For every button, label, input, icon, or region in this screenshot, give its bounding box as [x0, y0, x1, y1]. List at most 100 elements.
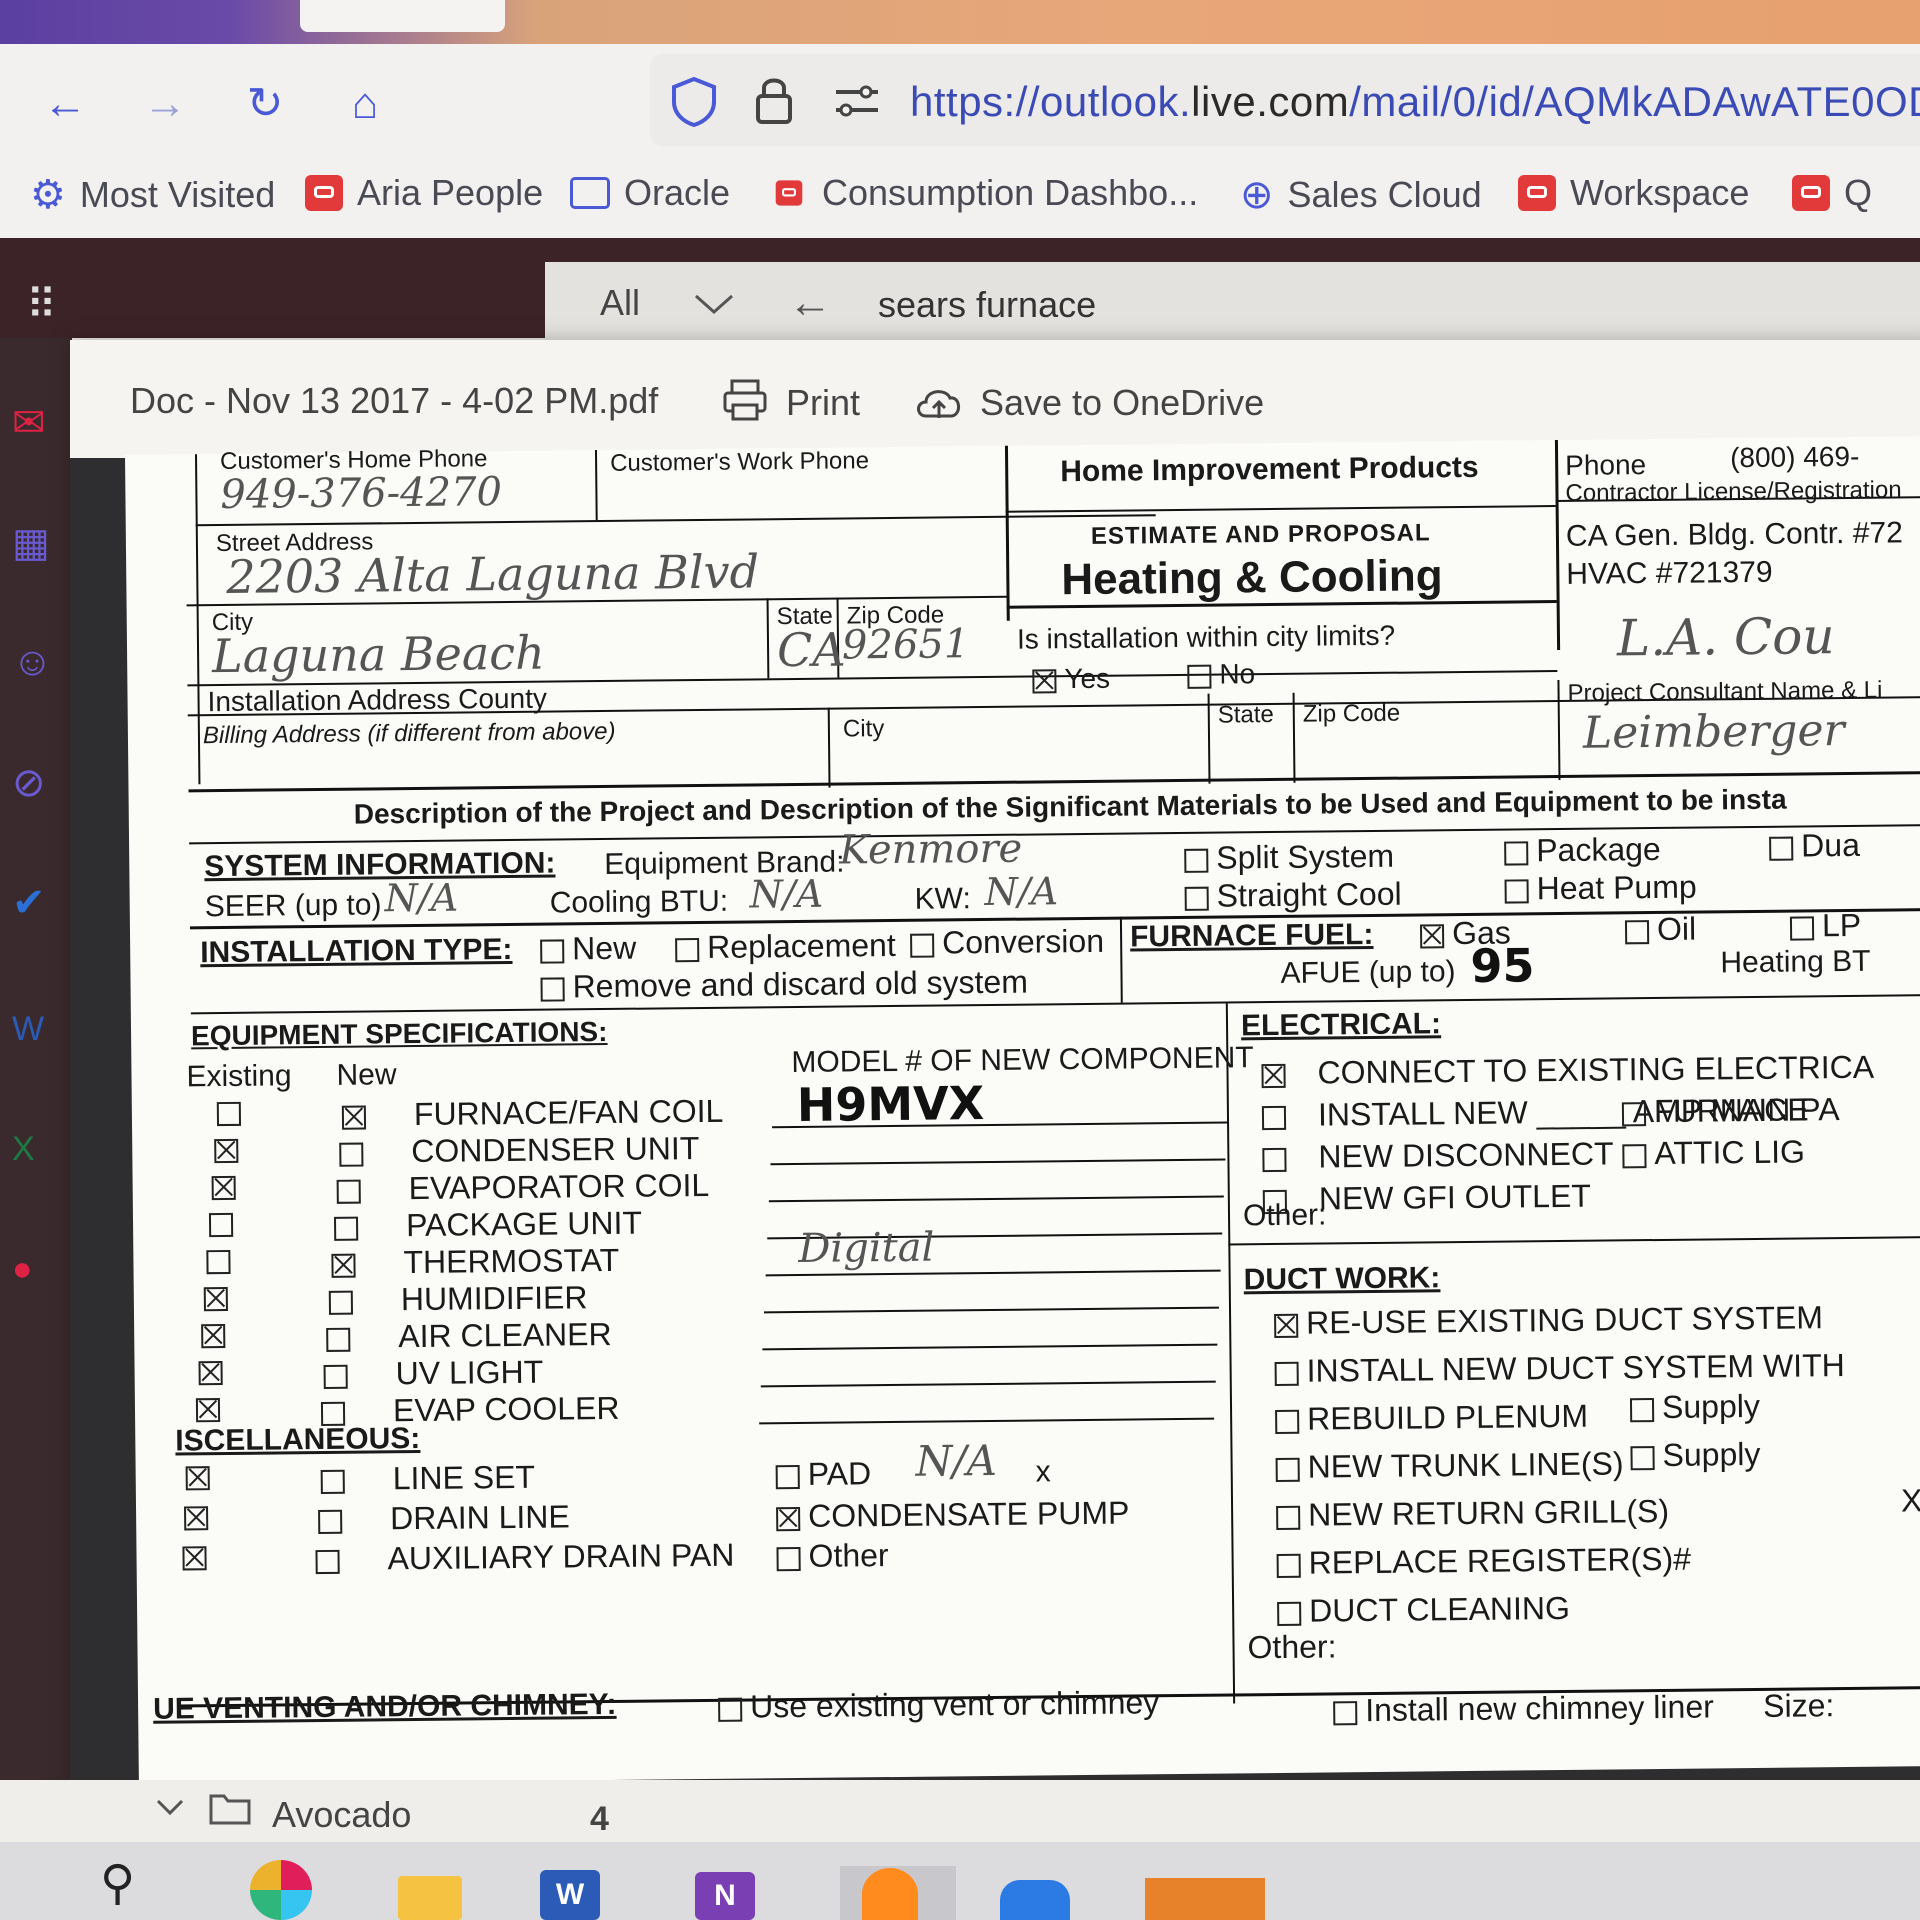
elec-furnace-option[interactable]: FURNACE	[1621, 1091, 1809, 1130]
lp-option[interactable]: LP	[1789, 907, 1862, 945]
split-system-checkbox[interactable]	[1184, 848, 1209, 873]
lock-icon[interactable]	[752, 74, 796, 126]
file-explorer-icon[interactable]	[398, 1876, 462, 1920]
existing-checkbox-cell[interactable]	[214, 1138, 246, 1164]
equipment-row[interactable]: PACKAGE UNIT	[333, 1205, 642, 1245]
shield-icon[interactable]	[670, 76, 718, 128]
existing-checkbox[interactable]	[203, 1286, 228, 1312]
misc-row[interactable]: DRAIN LINE	[318, 1498, 570, 1538]
duct-row[interactable]: DUCT CLEANING	[1277, 1590, 1570, 1630]
new-checkbox[interactable]	[341, 1105, 367, 1130]
electrical-checkbox[interactable]	[1261, 1063, 1286, 1088]
remove-discard-checkbox[interactable]	[540, 976, 565, 1002]
misc-existing-cell[interactable]	[182, 1546, 214, 1571]
straight-cool-option[interactable]: Straight Cool	[1184, 876, 1402, 915]
word-icon[interactable]: W	[12, 1010, 44, 1049]
existing-checkbox-cell[interactable]	[206, 1249, 238, 1275]
supply-checkbox[interactable]	[1629, 1397, 1655, 1422]
supply-option-1[interactable]: Supply	[1629, 1388, 1760, 1426]
equipment-row[interactable]: EVAPORATOR COIL	[336, 1167, 710, 1208]
new-checkbox[interactable]	[328, 1290, 354, 1315]
existing-checkbox[interactable]	[211, 1175, 236, 1201]
duct-row[interactable]: NEW TRUNK LINE(S)	[1275, 1445, 1624, 1486]
existing-checkbox-cell[interactable]	[195, 1398, 228, 1423]
mail-icon[interactable]: ✉	[12, 400, 46, 446]
chimney-liner-option[interactable]: Install new chimney liner	[1333, 1688, 1714, 1729]
replacement-checkbox[interactable]	[675, 937, 700, 962]
duct-checkbox[interactable]	[1276, 1553, 1301, 1578]
new-checkbox[interactable]	[331, 1253, 356, 1278]
attic-light-checkbox[interactable]	[1622, 1143, 1647, 1168]
word-taskbar-icon[interactable]: W	[540, 1870, 600, 1920]
existing-checkbox-cell[interactable]	[216, 1101, 249, 1127]
install-new-option[interactable]: New	[540, 930, 636, 968]
chevron-down-icon[interactable]	[692, 290, 736, 318]
duct-checkbox[interactable]	[1276, 1505, 1301, 1530]
equipment-row[interactable]: HUMIDIFIER	[328, 1279, 588, 1319]
existing-checkbox-cell[interactable]	[211, 1175, 244, 1201]
no-checkbox[interactable]	[1187, 664, 1212, 689]
duct-checkbox[interactable]	[1277, 1601, 1302, 1626]
electrical-checkbox[interactable]	[1261, 1105, 1287, 1130]
bookmark-sales-cloud[interactable]: ⊕ Sales Cloud	[1240, 172, 1482, 218]
slack-icon[interactable]	[250, 1860, 312, 1920]
split-system-option[interactable]: Split System	[1184, 838, 1394, 877]
new-checkbox[interactable]	[320, 1469, 345, 1494]
existing-checkbox[interactable]	[201, 1323, 226, 1349]
search-box[interactable]	[545, 262, 1920, 346]
lp-checkbox[interactable]	[1789, 915, 1815, 941]
existing-checkbox[interactable]	[216, 1101, 242, 1127]
bookmark-consumption-dashboard[interactable]: Consumption Dashbo...	[770, 172, 1198, 214]
misc-row[interactable]: LINE SET	[320, 1459, 536, 1498]
supply-option-2[interactable]: Supply	[1630, 1436, 1761, 1474]
equipment-row[interactable]: AIR CLEANER	[326, 1316, 612, 1356]
new-checkbox[interactable]	[323, 1364, 348, 1389]
electrical-row[interactable]: NEW DISCONNECT	[1262, 1135, 1614, 1176]
duct-row[interactable]: NEW RETURN GRILL(S)	[1276, 1493, 1669, 1534]
new-checkbox[interactable]	[339, 1142, 364, 1167]
misc-other-option[interactable]: Other	[776, 1537, 889, 1575]
duct-row[interactable]: INSTALL NEW DUCT SYSTEM WITH	[1274, 1347, 1845, 1390]
misc-row[interactable]: AUXILIARY DRAIN PAN	[315, 1537, 735, 1578]
attic-light-option[interactable]: ATTIC LIG	[1622, 1133, 1805, 1172]
chimney-liner-checkbox[interactable]	[1333, 1700, 1358, 1725]
permissions-icon[interactable]	[832, 84, 882, 118]
powerpoint-icon[interactable]: ●	[12, 1250, 33, 1289]
existing-checkbox-cell[interactable]	[203, 1286, 236, 1312]
equipment-row[interactable]: UV LIGHT	[323, 1354, 543, 1393]
conversion-option[interactable]: Conversion	[910, 923, 1104, 962]
calendar-icon[interactable]: ▦	[12, 520, 50, 566]
duct-checkbox[interactable]	[1274, 1313, 1299, 1338]
bookmark-workspace[interactable]: Workspace	[1518, 172, 1749, 214]
misc-existing-cell[interactable]	[185, 1466, 218, 1491]
misc-existing-cell[interactable]	[184, 1506, 216, 1531]
supply-checkbox[interactable]	[1630, 1445, 1655, 1470]
onenote-icon[interactable]: N	[695, 1872, 755, 1920]
firefox-icon[interactable]	[862, 1868, 918, 1920]
yes-checkbox[interactable]	[1032, 668, 1057, 694]
duct-row[interactable]: REBUILD PLENUM	[1275, 1398, 1588, 1438]
city-limits-yes[interactable]: Yes	[1032, 663, 1110, 696]
existing-checkbox-cell[interactable]	[198, 1361, 230, 1386]
equipment-row[interactable]: THERMOSTAT	[331, 1242, 619, 1282]
existing-checkbox[interactable]	[195, 1398, 221, 1423]
home-button[interactable]: ⌂	[335, 74, 395, 134]
package-checkbox[interactable]	[1504, 840, 1529, 866]
equipment-row[interactable]: FURNACE/FAN COIL	[341, 1093, 724, 1134]
use-existing-vent-checkbox[interactable]	[718, 1697, 743, 1722]
people-icon[interactable]: ☺	[12, 640, 53, 685]
reload-button[interactable]: ↻	[235, 74, 295, 134]
excel-icon[interactable]: X	[12, 1130, 35, 1169]
existing-checkbox[interactable]	[206, 1249, 231, 1275]
remove-discard-option[interactable]: Remove and discard old system	[540, 964, 1028, 1006]
install-new-checkbox[interactable]	[540, 938, 565, 964]
search-icon[interactable]: ⚲	[100, 1855, 135, 1911]
todo-icon[interactable]: ✔	[12, 880, 46, 926]
existing-checkbox[interactable]	[185, 1466, 210, 1491]
straight-cool-checkbox[interactable]	[1184, 886, 1209, 911]
condensate-pump-checkbox[interactable]	[776, 1506, 801, 1531]
new-checkbox[interactable]	[326, 1327, 351, 1352]
equipment-row[interactable]: CONDENSER UNIT	[339, 1130, 699, 1171]
electrical-row[interactable]: CONNECT TO EXISTING ELECTRICA	[1261, 1049, 1874, 1092]
package-option[interactable]: Package	[1504, 831, 1661, 870]
